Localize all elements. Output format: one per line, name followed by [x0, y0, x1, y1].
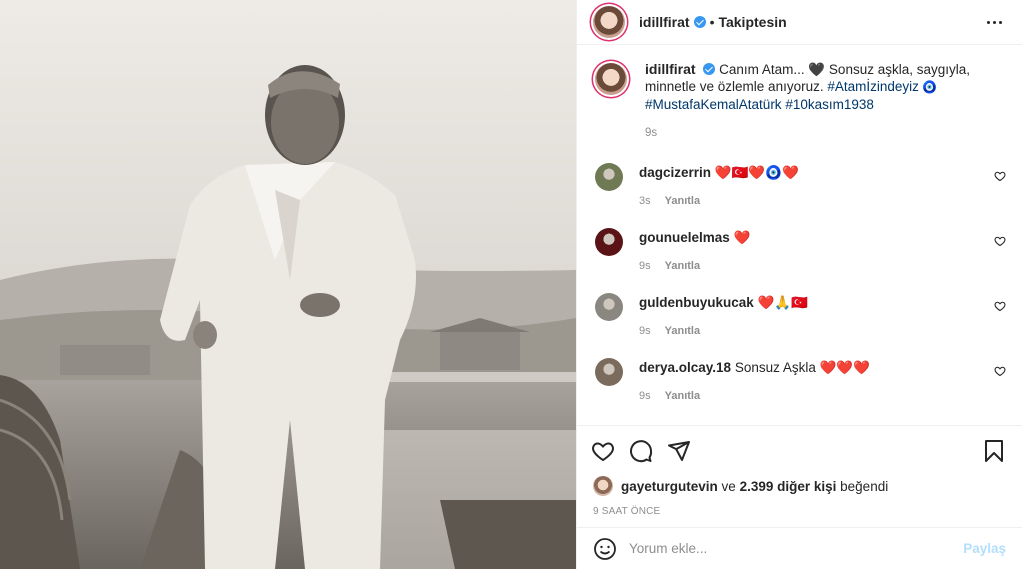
comment-meta: 9s Yanıtla [639, 390, 1006, 402]
author-avatar[interactable] [593, 6, 625, 38]
hashtag-link[interactable]: #Atamİzindeyiz [827, 79, 919, 94]
comment-text: ❤️🇹🇷❤️🧿❤️ [714, 165, 799, 180]
likes-connector: ve [721, 478, 736, 494]
post-time[interactable]: 9 SAAT ÖNCE [577, 498, 1022, 527]
comment-meta: 3s Yanıtla [639, 195, 1006, 207]
header-separator: • [709, 14, 715, 30]
comment-item: guldenbuyukucak ❤️🙏🇹🇷 9s Yanıtla [593, 290, 1006, 337]
comment-input[interactable] [629, 541, 964, 556]
hashtag-link[interactable]: #MustafaKemalAtatürk [645, 97, 782, 112]
comment-body: derya.olcay.18 Sonsuz Aşkla ❤️❤️❤️ 9s Ya… [639, 355, 1006, 402]
caption-time: 9s [645, 127, 658, 139]
post-footer: gayeturgutevin ve 2.399 diğer kişi beğen… [577, 425, 1022, 569]
instagram-post: idillfirat • Takiptesin idillfirat Canım… [0, 0, 1022, 569]
reply-button[interactable]: Yanıtla [665, 390, 700, 402]
reply-button[interactable]: Yanıtla [665, 195, 700, 207]
likes-count-link[interactable]: 2.399 diğer kişi [740, 479, 837, 494]
commenter-avatar[interactable] [595, 358, 623, 386]
comment-body: dagcizerrin ❤️🇹🇷❤️🧿❤️ 3s Yanıtla [639, 160, 1006, 207]
paper-plane-icon[interactable] [667, 439, 691, 463]
commenter-avatar[interactable] [595, 163, 623, 191]
comment-body: guldenbuyukucak ❤️🙏🇹🇷 9s Yanıtla [639, 290, 1006, 337]
verified-badge-icon [703, 63, 716, 75]
comment-time[interactable]: 9s [639, 260, 651, 272]
post-side-panel: idillfirat • Takiptesin idillfirat Canım… [576, 0, 1022, 569]
verified-badge-icon [693, 16, 706, 28]
comment-item: gounuelelmas ❤️ 9s Yanıtla [593, 225, 1006, 272]
smiley-icon[interactable] [593, 537, 617, 561]
commenter-username[interactable]: dagcizerrin [639, 165, 711, 180]
comment-time[interactable]: 3s [639, 195, 651, 207]
heart-icon[interactable] [591, 439, 615, 463]
follow-state-button[interactable]: Takiptesin [718, 14, 786, 30]
more-options-icon[interactable] [983, 17, 1006, 28]
liker-username[interactable]: gayeturgutevin [621, 479, 718, 494]
action-bar [577, 426, 1022, 470]
comment-meta: 9s Yanıtla [639, 260, 1006, 272]
comment-text-line: dagcizerrin ❤️🇹🇷❤️🧿❤️ [639, 160, 1006, 182]
comments-list[interactable]: idillfirat Canım Atam... 🖤 Sonsuz aşkla,… [577, 45, 1022, 425]
add-comment-bar: Paylaş [577, 527, 1022, 569]
comment-text: ❤️🙏🇹🇷 [757, 295, 808, 310]
caption-emoji: 🧿 [918, 80, 938, 94]
reply-button[interactable]: Yanıtla [665, 325, 700, 337]
commenter-username[interactable]: derya.olcay.18 [639, 360, 731, 375]
comment-text-line: derya.olcay.18 Sonsuz Aşkla ❤️❤️❤️ [639, 355, 1006, 377]
comment-like-icon[interactable] [994, 235, 1006, 247]
atatürk-photo-illustration [0, 0, 576, 569]
commenter-username[interactable]: guldenbuyukucak [639, 295, 754, 310]
likes-suffix: beğendi [840, 478, 889, 494]
comment-text-line: guldenbuyukucak ❤️🙏🇹🇷 [639, 290, 1006, 312]
liker-avatar[interactable] [593, 476, 613, 496]
comment-like-icon[interactable] [994, 300, 1006, 312]
commenter-avatar[interactable] [595, 293, 623, 321]
comment-like-icon[interactable] [994, 365, 1006, 377]
comment-item: derya.olcay.18 Sonsuz Aşkla ❤️❤️❤️ 9s Ya… [593, 355, 1006, 402]
post-header: idillfirat • Takiptesin [577, 0, 1022, 45]
caption-body: idillfirat Canım Atam... 🖤 Sonsuz aşkla,… [645, 61, 1006, 142]
comment-text: ❤️ [733, 230, 751, 245]
comment-time[interactable]: 9s [639, 325, 651, 337]
share-button[interactable]: Paylaş [963, 541, 1006, 556]
hashtag-link[interactable]: #10kasım1938 [785, 97, 874, 112]
comment-text-line: gounuelelmas ❤️ [639, 225, 1006, 247]
comment-body: gounuelelmas ❤️ 9s Yanıtla [639, 225, 1006, 272]
comment-icon[interactable] [629, 439, 653, 463]
commenter-username[interactable]: gounuelelmas [639, 230, 730, 245]
caption: idillfirat Canım Atam... 🖤 Sonsuz aşkla,… [593, 61, 1006, 142]
post-photo[interactable] [0, 0, 576, 569]
author-username[interactable]: idillfirat [639, 14, 690, 30]
comment-meta: 9s Yanıtla [639, 325, 1006, 337]
comment-text: Sonsuz Aşkla ❤️❤️❤️ [734, 360, 871, 375]
commenter-avatar[interactable] [595, 228, 623, 256]
likes-summary: gayeturgutevin ve 2.399 diğer kişi beğen… [577, 470, 1022, 498]
reply-button[interactable]: Yanıtla [665, 260, 700, 272]
caption-author-avatar[interactable] [595, 63, 627, 95]
comment-like-icon[interactable] [994, 170, 1006, 182]
comment-item: dagcizerrin ❤️🇹🇷❤️🧿❤️ 3s Yanıtla [593, 160, 1006, 207]
bookmark-icon[interactable] [982, 439, 1006, 463]
caption-author-username[interactable]: idillfirat [645, 61, 696, 77]
comment-time[interactable]: 9s [639, 390, 651, 402]
